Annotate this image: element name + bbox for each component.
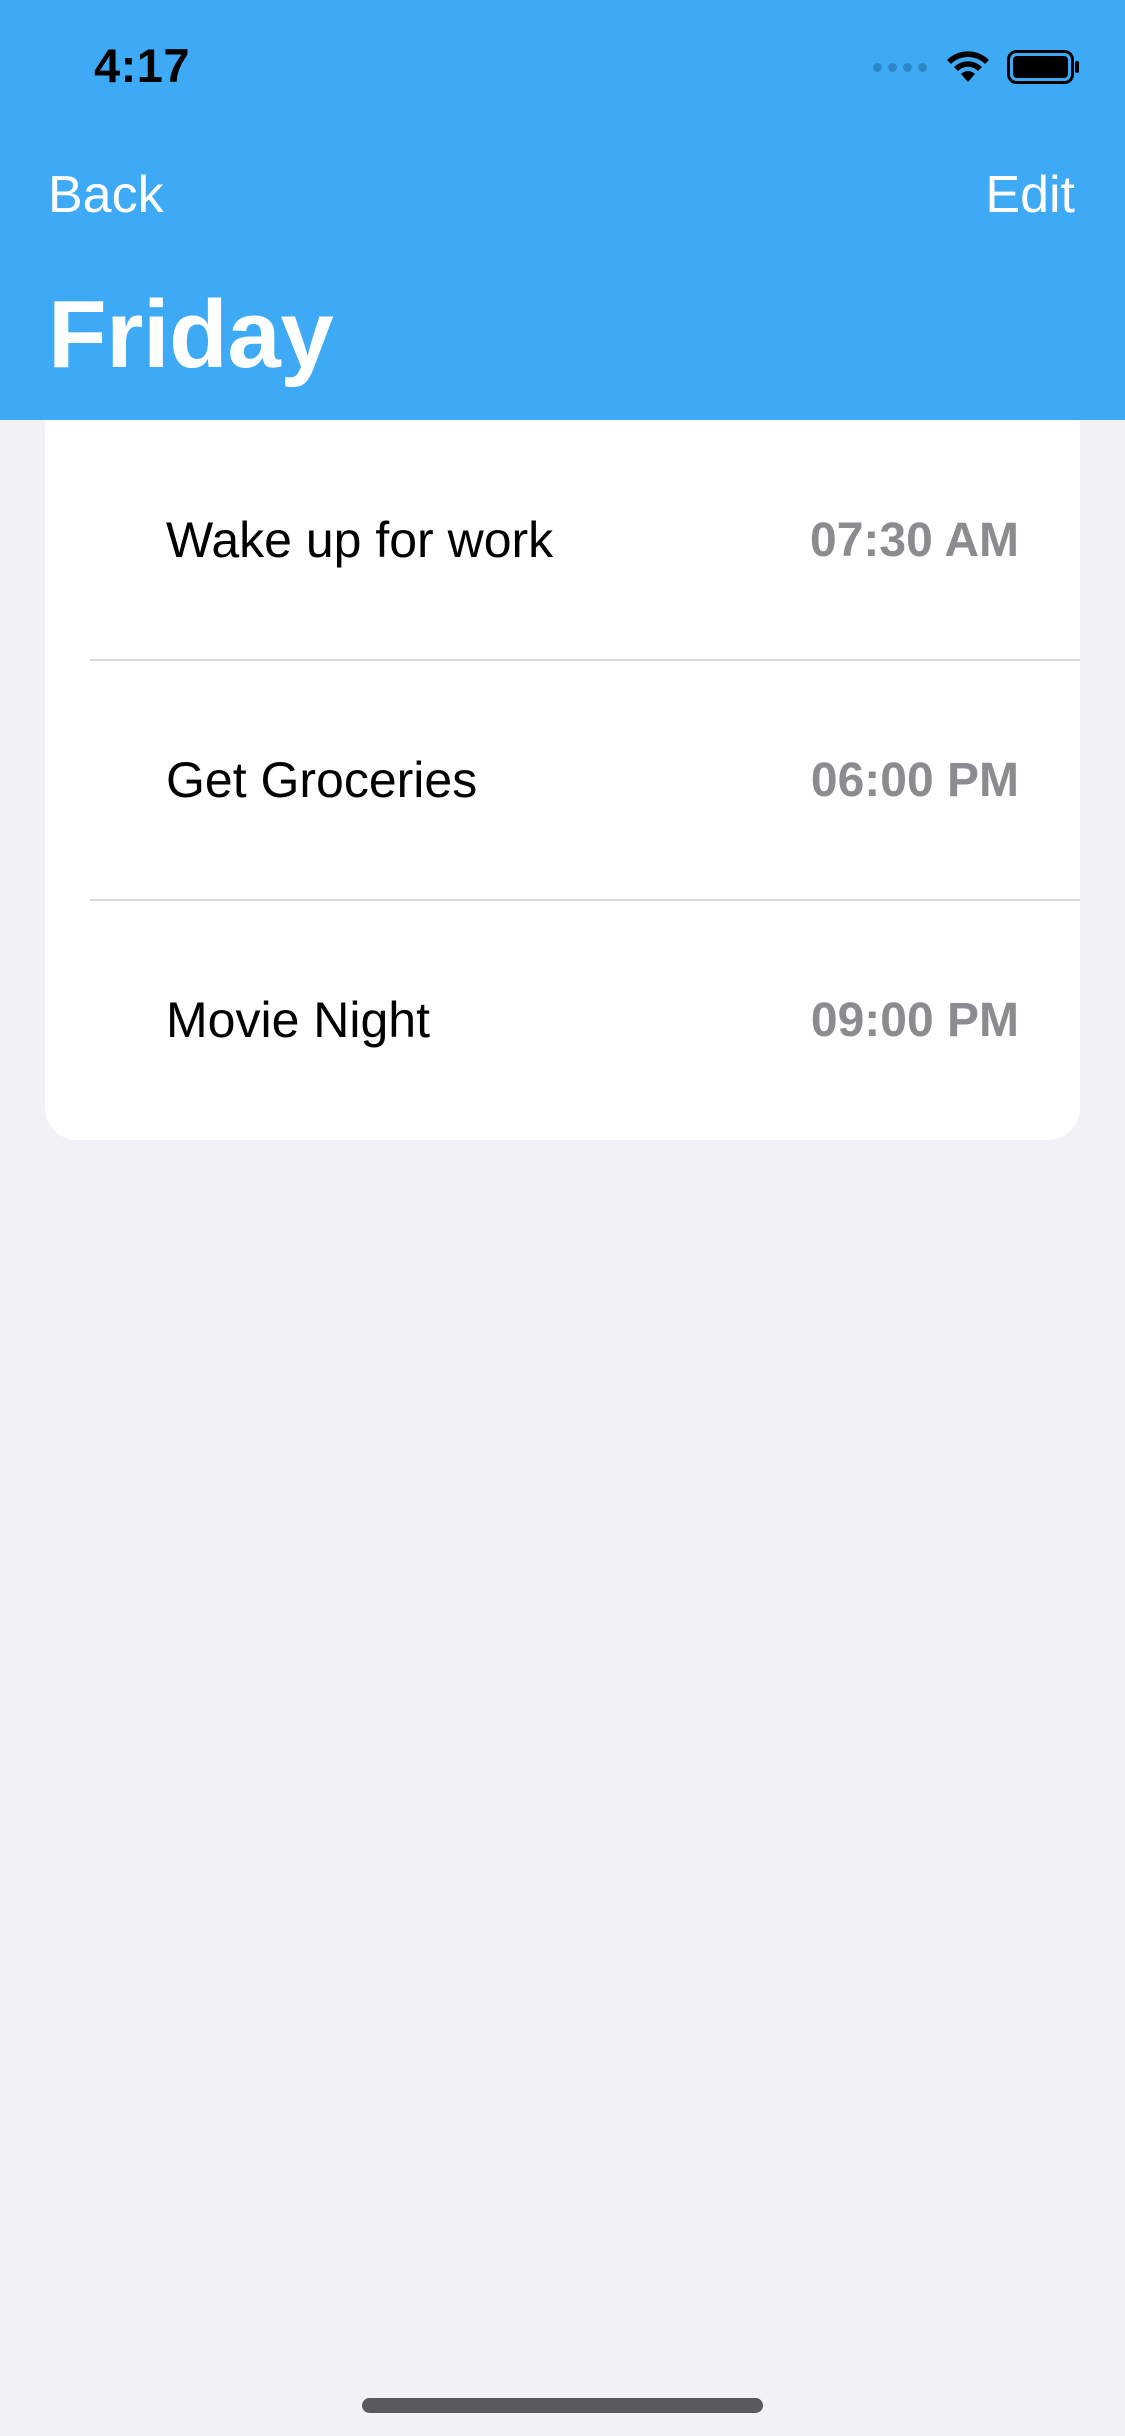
navigation-header: 4:17 Back Edit Friday: [0, 0, 1125, 420]
event-time: 07:30 AM: [810, 513, 1019, 567]
list-item-event[interactable]: Wake up for work 07:30 AM: [45, 420, 1080, 660]
event-label: Get Groceries: [166, 752, 478, 808]
home-indicator[interactable]: [362, 2398, 763, 2413]
list-item-event[interactable]: Get Groceries 06:00 PM: [45, 660, 1080, 900]
event-time: 09:00 PM: [810, 993, 1019, 1047]
battery-icon: [1007, 50, 1079, 84]
back-button[interactable]: Back: [48, 165, 164, 225]
list-item-event[interactable]: Movie Night 09:00 PM: [45, 900, 1080, 1140]
event-time: 06:00 PM: [810, 753, 1019, 807]
edit-button[interactable]: Edit: [985, 165, 1075, 225]
page-title: Friday: [48, 281, 334, 388]
signal-dots-icon: [873, 62, 927, 72]
event-label: Wake up for work: [166, 512, 554, 568]
events-list: Wake up for work 07:30 AM Get Groceries …: [45, 420, 1080, 1140]
status-time: 4:17: [94, 39, 191, 92]
wifi-icon: [947, 51, 989, 82]
event-label: Movie Night: [166, 992, 430, 1048]
status-icons: [873, 50, 1081, 84]
